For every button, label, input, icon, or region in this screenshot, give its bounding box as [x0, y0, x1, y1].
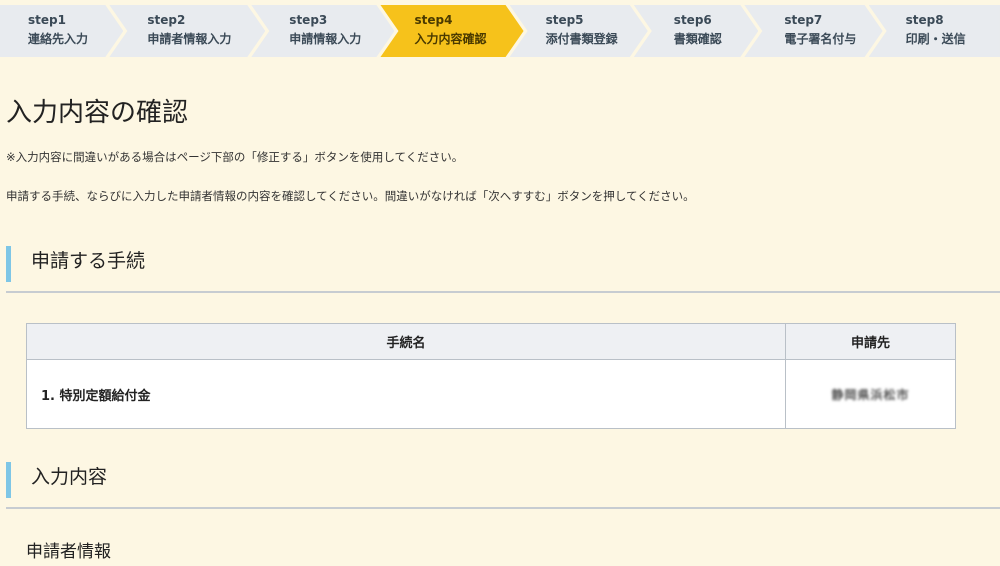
step-6: step6 書類確認 — [634, 5, 759, 57]
procedure-table: 手続名 申請先 1. 特別定額給付金 静岡県浜松市 — [26, 323, 956, 429]
step-3: step3 申請情報入力 — [251, 5, 394, 57]
step-label: 印刷・送信 — [905, 32, 966, 46]
step-label: 申請者情報入力 — [147, 32, 232, 46]
step-7: step7 電子署名付与 — [744, 5, 882, 57]
column-header-procedure-name: 手続名 — [26, 323, 786, 360]
step-label: 電子署名付与 — [784, 32, 857, 46]
step-label: 入力内容確認 — [414, 32, 487, 46]
destination-value: 静岡県浜松市 — [831, 387, 910, 402]
step-8: step8 印刷・送信 — [868, 5, 1000, 57]
table-row: 1. 特別定額給付金 静岡県浜松市 — [26, 359, 956, 429]
section-divider — [6, 507, 1000, 509]
step-5: step5 添付書類登録 — [510, 5, 648, 57]
step-4-active: step4 入力内容確認 — [380, 5, 523, 57]
column-header-destination: 申請先 — [785, 323, 956, 360]
step-label: 書類確認 — [673, 32, 722, 46]
destination-cell: 静岡県浜松市 — [785, 359, 956, 429]
step-label: 連絡先入力 — [28, 32, 89, 46]
subheading-applicant-info: 申請者情報 — [26, 542, 111, 562]
step-number: step2 — [147, 13, 186, 27]
correction-note: ※入力内容に間違いがある場合はページ下部の「修正する」ボタンを使用してください。 — [6, 150, 464, 164]
step-number: step6 — [673, 13, 712, 27]
step-1: step1 連絡先入力 — [0, 5, 123, 57]
step-progress-bar: step1 連絡先入力 step2 申請者情報入力 step3 申請情報入力 s… — [0, 5, 1000, 57]
step-number: step1 — [28, 13, 66, 27]
step-number: step4 — [414, 13, 453, 27]
step-label: 添付書類登録 — [545, 32, 618, 46]
step-2: step2 申請者情報入力 — [109, 5, 265, 57]
step-number: step3 — [289, 13, 328, 27]
step-label: 申請情報入力 — [289, 32, 362, 46]
page-title: 入力内容の確認 — [6, 98, 189, 128]
section-divider — [6, 291, 1000, 293]
section-heading-procedure: 申請する手続 — [6, 246, 1000, 282]
step-number: step7 — [784, 13, 823, 27]
step-number: step8 — [905, 13, 944, 27]
table-header-row: 手続名 申請先 — [26, 323, 956, 360]
step-number: step5 — [545, 13, 584, 27]
page-description: 申請する手続、ならびに入力した申請者情報の内容を確認してください。間違いがなけれ… — [6, 189, 695, 203]
procedure-name-cell: 1. 特別定額給付金 — [26, 359, 786, 429]
section-heading-input: 入力内容 — [6, 462, 1000, 498]
